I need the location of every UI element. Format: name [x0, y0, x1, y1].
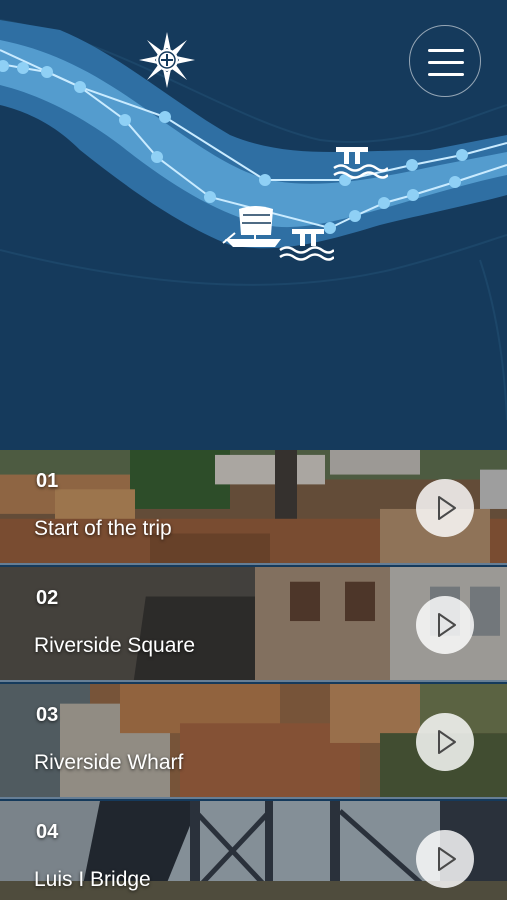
play-button[interactable] [416, 479, 474, 537]
list-item[interactable]: 01 Start of the trip [0, 450, 507, 565]
play-button[interactable] [416, 713, 474, 771]
list-item[interactable]: 02 Riverside Square [0, 567, 507, 682]
list-item[interactable]: 03 Riverside Wharf [0, 684, 507, 799]
stop-number: 02 [36, 587, 59, 609]
hamburger-bar [428, 61, 464, 64]
pier-icon[interactable] [332, 145, 388, 179]
play-icon [438, 730, 456, 754]
rabelo-boat-icon[interactable] [221, 203, 285, 249]
stops-list: 01 Start of the trip 02 Riverside Square… [0, 450, 507, 900]
menu-button[interactable] [409, 25, 481, 97]
stop-title: Luis I Bridge [34, 868, 151, 891]
app-screen: 01 Start of the trip 02 Riverside Square… [0, 0, 507, 900]
play-icon [438, 613, 456, 637]
stop-title: Riverside Square [34, 634, 196, 657]
stop-title: Start of the trip [34, 517, 172, 540]
play-icon [438, 847, 456, 871]
hamburger-bar [428, 73, 464, 76]
stop-number: 01 [36, 470, 59, 492]
hamburger-menu-icon [428, 49, 464, 52]
play-button[interactable] [416, 596, 474, 654]
pier-icon[interactable] [278, 227, 334, 261]
stop-number: 03 [36, 704, 59, 726]
stop-title: Riverside Wharf [34, 751, 184, 774]
compass-icon [138, 31, 196, 89]
list-item[interactable]: 04 Luis I Bridge [0, 801, 507, 900]
play-icon [438, 496, 456, 520]
stop-number: 04 [36, 821, 59, 843]
play-button[interactable] [416, 830, 474, 888]
route-map[interactable] [0, 0, 507, 450]
